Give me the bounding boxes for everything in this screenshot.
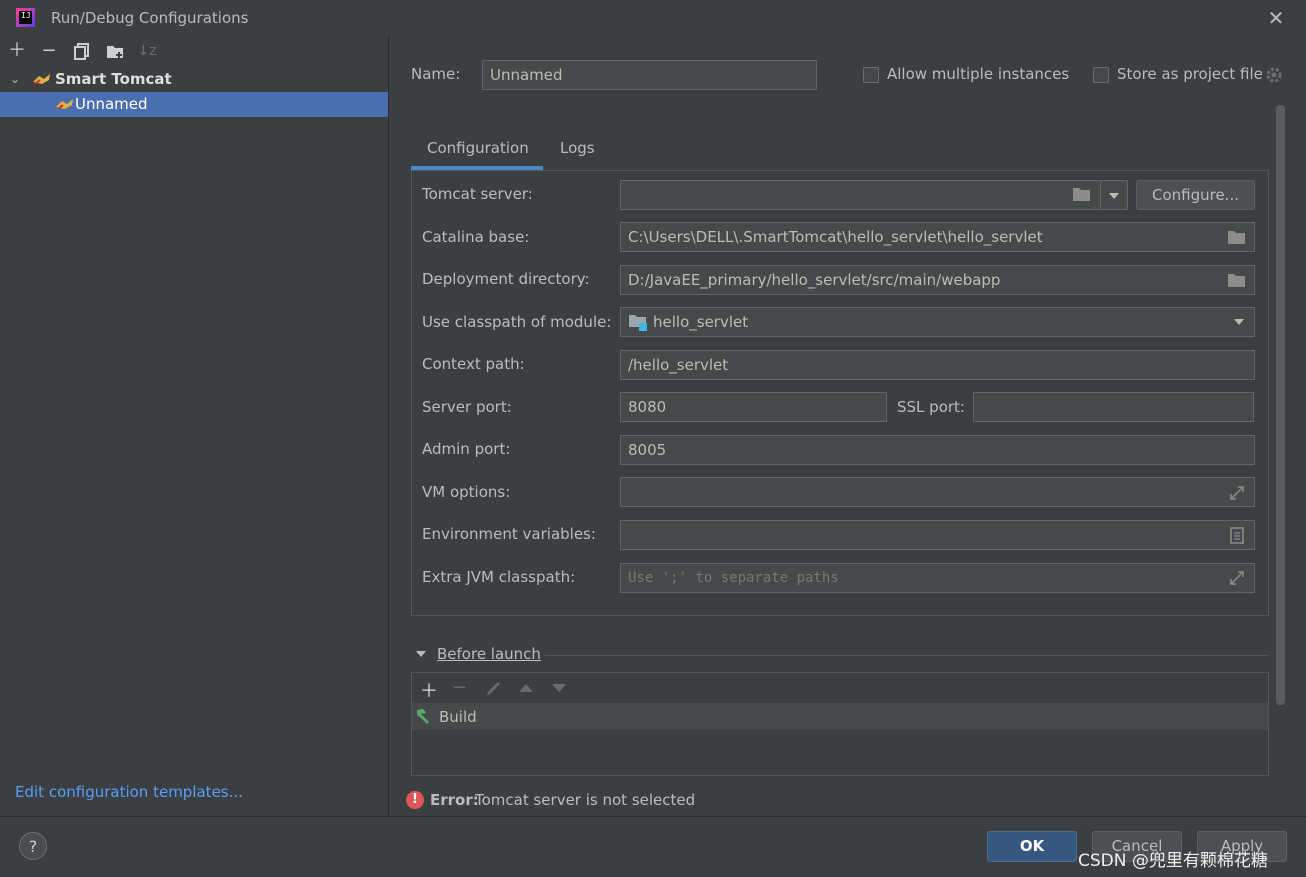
name-input[interactable]: Unnamed <box>482 60 817 90</box>
window-title: Run/Debug Configurations <box>51 9 249 27</box>
plus-icon[interactable]: ＋ <box>420 677 438 703</box>
title-bar: IJ Run/Debug Configurations ✕ <box>0 0 1306 36</box>
tree-item-label: Unnamed <box>75 95 148 113</box>
move-up-icon[interactable] <box>518 683 534 693</box>
build-label: Build <box>439 708 477 726</box>
folder-icon[interactable] <box>1227 272 1247 288</box>
copy-icon[interactable] <box>71 40 93 62</box>
classpath-module-select[interactable]: hello_servlet <box>620 307 1255 337</box>
ok-button[interactable]: OK <box>987 831 1077 862</box>
edit-icon[interactable] <box>485 679 503 697</box>
server-port-label: Server port: <box>422 398 512 416</box>
server-port-input[interactable]: 8080 <box>620 392 887 422</box>
vm-options-input[interactable] <box>620 477 1255 507</box>
separator <box>545 655 1269 656</box>
move-down-icon[interactable] <box>551 683 567 693</box>
folder-add-icon[interactable] <box>104 40 126 62</box>
env-vars-input[interactable] <box>620 520 1255 550</box>
extra-jvm-label: Extra JVM classpath: <box>422 568 576 586</box>
store-project-label: Store as project file <box>1117 65 1263 83</box>
configure-button[interactable]: Configure... <box>1136 180 1255 210</box>
configurations-tree-pane <box>0 36 389 816</box>
close-icon[interactable]: ✕ <box>1264 6 1288 30</box>
tree-group-label: Smart Tomcat <box>55 70 172 88</box>
allow-multiple-checkbox[interactable] <box>863 67 879 83</box>
ssl-port-input[interactable] <box>973 392 1254 422</box>
help-icon[interactable]: ? <box>19 832 47 860</box>
gear-icon[interactable] <box>1265 66 1283 84</box>
env-vars-label: Environment variables: <box>422 525 596 543</box>
extra-jvm-input[interactable]: Use ';' to separate paths <box>620 563 1255 593</box>
tomcat-icon <box>32 72 52 86</box>
edit-templates-link[interactable]: Edit configuration templates... <box>15 783 243 801</box>
folder-icon[interactable] <box>1072 186 1092 202</box>
error-message: Tomcat server is not selected <box>475 791 696 809</box>
admin-port-input[interactable]: 8005 <box>620 435 1255 465</box>
tree-item-unnamed[interactable]: Unnamed <box>0 92 388 117</box>
dropdown-arrow-icon[interactable] <box>1233 318 1245 326</box>
error-prefix: Error: <box>430 791 479 809</box>
divider <box>1100 181 1101 209</box>
expand-icon[interactable] <box>1229 485 1245 501</box>
expand-icon[interactable] <box>1229 570 1245 586</box>
hammer-icon <box>415 707 433 725</box>
ssl-port-label: SSL port: <box>897 398 965 416</box>
catalina-base-input[interactable]: C:\Users\DELL\.SmartTomcat\hello_servlet… <box>620 222 1255 252</box>
deployment-dir-label: Deployment directory: <box>422 270 590 288</box>
before-launch-label[interactable]: Before launch <box>437 645 541 663</box>
minus-icon[interactable]: − <box>452 677 467 698</box>
allow-multiple-label: Allow multiple instances <box>887 65 1070 83</box>
store-project-checkbox[interactable] <box>1093 67 1109 83</box>
dropdown-arrow-icon[interactable] <box>1108 192 1120 200</box>
error-icon: ! <box>406 791 424 809</box>
tomcat-server-label: Tomcat server: <box>422 185 533 203</box>
classpath-module-label: Use classpath of module: <box>422 313 612 331</box>
admin-port-label: Admin port: <box>422 440 511 458</box>
tomcat-icon <box>55 97 75 111</box>
context-path-label: Context path: <box>422 355 525 373</box>
context-path-input[interactable]: /hello_servlet <box>620 350 1255 380</box>
plus-icon[interactable]: ＋ <box>6 40 28 62</box>
minus-icon[interactable]: − <box>38 40 60 62</box>
tab-configuration[interactable]: Configuration <box>427 139 529 157</box>
folder-icon[interactable] <box>1227 229 1247 245</box>
triangle-down-icon[interactable] <box>415 650 427 658</box>
intellij-app-icon: IJ <box>16 8 35 27</box>
module-folder-icon <box>628 314 648 331</box>
catalina-base-label: Catalina base: <box>422 228 530 246</box>
vm-options-label: VM options: <box>422 483 511 501</box>
scrollbar[interactable] <box>1276 105 1285 705</box>
tree-group-smart-tomcat[interactable]: ⌄ Smart Tomcat <box>0 67 388 92</box>
list-item[interactable] <box>412 703 1268 730</box>
deployment-dir-input[interactable]: D:/JavaEE_primary/hello_servlet/src/main… <box>620 265 1255 295</box>
sort-icon[interactable]: ↓z <box>136 40 158 62</box>
chevron-down-icon[interactable]: ⌄ <box>10 67 20 92</box>
watermark: CSDN @兜里有颗棉花糖 <box>1078 851 1268 871</box>
tomcat-server-select[interactable] <box>620 180 1128 210</box>
document-icon[interactable] <box>1230 527 1244 544</box>
tab-logs[interactable]: Logs <box>560 139 595 157</box>
name-label: Name: <box>411 65 461 83</box>
